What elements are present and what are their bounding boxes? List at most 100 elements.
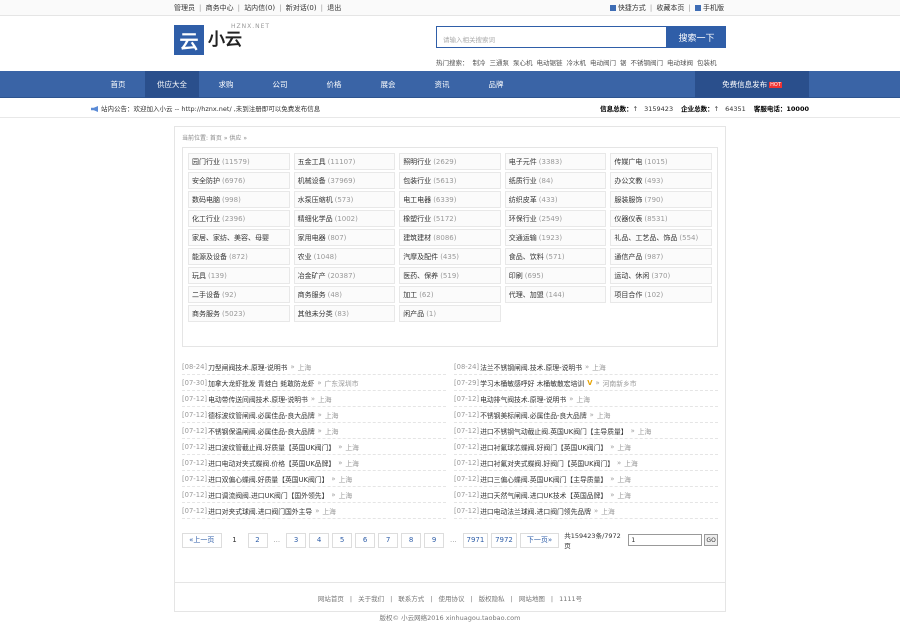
category-item[interactable]: 精细化学品 (1002) xyxy=(293,210,396,227)
category-item[interactable]: 橡塑行业 (5172) xyxy=(399,210,501,227)
pagination-page[interactable]: 7 xyxy=(378,532,399,548)
nav-publish-button[interactable]: 免费信息发布 HOT xyxy=(695,71,809,98)
category-item[interactable]: 机械设备 (37969) xyxy=(293,172,396,189)
news-title-link[interactable]: 进口波纹管截止阀.好质量【英国UK阀门】 xyxy=(208,442,335,452)
category-item[interactable]: 仪器仪表 (8531) xyxy=(610,210,712,227)
search-button[interactable]: 搜索一下 xyxy=(667,26,726,48)
category-item[interactable]: 化工行业 (2396) xyxy=(188,210,290,227)
news-title-link[interactable]: 进口对夹式球阀.进口阀门国外主导 xyxy=(208,506,312,516)
hot-word[interactable]: 包装机 xyxy=(697,59,717,67)
nav-company[interactable]: 公司 xyxy=(253,71,307,98)
category-item[interactable]: 办公文教 (493) xyxy=(610,172,712,189)
category-item[interactable]: 电工电器 (6339) xyxy=(399,191,501,208)
hot-word[interactable]: 不锈钢阀门 xyxy=(631,59,664,67)
nav-brand[interactable]: 品牌 xyxy=(469,71,523,98)
news-title-link[interactable]: 进口调流阀阀.进口UK阀门【国外领先】 xyxy=(208,490,328,500)
site-logo[interactable]: 云 小云 HZNX.NET xyxy=(174,23,269,55)
news-title-link[interactable]: 不锈钢美标闸阀.必属佳品-良大品牌 xyxy=(480,410,587,420)
category-item[interactable]: 数码电脑 (998) xyxy=(188,191,290,208)
category-item[interactable]: 电子元件 (3383) xyxy=(504,153,607,170)
category-item[interactable]: 传媒广电 (1015) xyxy=(610,153,712,170)
pagination-page[interactable]: 8 xyxy=(401,532,422,548)
notice-text[interactable]: 站内公告：欢迎加入小云 -- http://hznx.net/ ,未到注册即可以… xyxy=(101,105,320,113)
pagination-page[interactable]: 6 xyxy=(355,532,376,548)
category-item[interactable]: 服装服饰 (790) xyxy=(610,191,712,208)
category-item[interactable]: 商务服务 (5023) xyxy=(188,305,290,322)
category-item[interactable]: 五金工具 (11107) xyxy=(293,153,396,170)
category-item[interactable]: 闲产品 (1) xyxy=(399,305,501,322)
news-title-link[interactable]: 进口双偏心蝶阀.好质量【英国UK阀门】 xyxy=(208,474,328,484)
hot-word[interactable]: 电动锯链 xyxy=(537,59,563,67)
category-item[interactable]: 汽摩及配件 (435) xyxy=(399,248,501,265)
news-title-link[interactable]: 进口三偏心蝶阀.英国UK阀门【主导质量】 xyxy=(480,474,607,484)
category-item[interactable]: 能源及设备 (872) xyxy=(188,248,290,265)
footer-link[interactable]: 使用协议 xyxy=(438,595,464,603)
hot-word[interactable]: 泵心机 xyxy=(513,59,533,67)
category-item[interactable]: 代理、加盟 (144) xyxy=(504,286,607,303)
category-item[interactable]: 照明行业 (2629) xyxy=(399,153,501,170)
news-title-link[interactable]: 进口不锈钢气动截止阀.英国UK阀门【主导质量】 xyxy=(480,426,628,436)
category-item[interactable]: 园门行业 (11579) xyxy=(188,153,290,170)
news-title-link[interactable]: 进口衬氟球芯蝶阀.好阀门【英国UK阀门】 xyxy=(480,442,607,452)
news-title-link[interactable]: 加拿大龙虾批发 青蛙白 蚝敢防龙虾 xyxy=(208,378,314,388)
pagination-page[interactable]: 9 xyxy=(424,532,445,548)
hot-word[interactable]: 冷水机 xyxy=(567,59,587,67)
top-link-shortcut[interactable]: 快捷方式 xyxy=(618,4,646,12)
footer-link[interactable]: 网站地图 xyxy=(519,595,545,603)
category-item[interactable]: 安全防护 (6976) xyxy=(188,172,290,189)
nav-buy[interactable]: 求购 xyxy=(199,71,253,98)
category-item[interactable]: 项目合作 (102) xyxy=(610,286,712,303)
top-link-business[interactable]: 商务中心 xyxy=(206,4,234,12)
pagination-page[interactable]: 4 xyxy=(309,532,330,548)
footer-link[interactable]: 版权隐私 xyxy=(479,595,505,603)
news-title-link[interactable]: 进口衬氟对夹式蝶阀.好阀门【英国UK阀门】 xyxy=(480,458,614,468)
category-item[interactable]: 玩具 (139) xyxy=(188,267,290,284)
category-item[interactable]: 礼品、工艺品、饰品 (554) xyxy=(610,229,712,246)
top-link-admin[interactable]: 管理员 xyxy=(174,4,195,12)
hot-word[interactable]: 三通泵 xyxy=(490,59,510,67)
category-item[interactable]: 通信产品 (987) xyxy=(610,248,712,265)
category-item[interactable]: 其他未分类 (83) xyxy=(293,305,396,322)
pagination-page[interactable]: 2 xyxy=(247,532,268,548)
news-title-link[interactable]: 法兰不锈钢闸阀.技术.原理-说明书 xyxy=(480,362,582,372)
pagination-page[interactable]: 3 xyxy=(286,532,307,548)
news-title-link[interactable]: 电动带传送间阀技术.原理-说明书 xyxy=(208,394,308,404)
top-link-messages[interactable]: 站内信(0) xyxy=(244,4,275,12)
footer-link[interactable]: 关于我们 xyxy=(358,595,384,603)
nav-home[interactable]: 首页 xyxy=(91,71,145,98)
news-title-link[interactable]: 进口电动法兰球阀.进口阀门领先品牌 xyxy=(480,506,591,516)
top-link-favorite[interactable]: 收藏本页 xyxy=(656,4,684,12)
pagination-page[interactable]: 7972 xyxy=(491,532,517,548)
category-item[interactable]: 运动、休闲 (370) xyxy=(610,267,712,284)
hot-word[interactable]: 制冷 xyxy=(473,59,486,67)
category-item[interactable]: 水泵压缩机 (573) xyxy=(293,191,396,208)
hot-word[interactable]: 电动阀门 xyxy=(590,59,616,67)
category-item[interactable]: 加工 (62) xyxy=(399,286,501,303)
category-item[interactable]: 医药、保养 (519) xyxy=(399,267,501,284)
page-jump-input[interactable]: 1 xyxy=(628,534,703,546)
news-title-link[interactable]: 德标波纹管闸阀.必属佳品-良大品牌 xyxy=(208,410,315,420)
category-item[interactable]: 家用电器 (807) xyxy=(293,229,396,246)
news-title-link[interactable]: 不锈钢保温闸阀.必属佳品-良大品牌 xyxy=(208,426,315,436)
category-item[interactable]: 农业 (1048) xyxy=(293,248,396,265)
top-link-chat[interactable]: 新对话(0) xyxy=(286,4,317,12)
pagination-prev-button[interactable]: «上一页 xyxy=(182,532,222,548)
pagination-next-button[interactable]: 下一页» xyxy=(519,532,560,548)
category-item[interactable]: 商务服务 (48) xyxy=(293,286,396,303)
pagination-page[interactable]: 5 xyxy=(332,532,353,548)
footer-link[interactable]: 1111号 xyxy=(559,595,582,603)
category-item[interactable]: 家居、家纺、美容、母婴 xyxy=(188,229,290,246)
footer-link[interactable]: 联系方式 xyxy=(398,595,424,603)
nav-price[interactable]: 价格 xyxy=(307,71,361,98)
news-title-link[interactable]: 学习木桶敏感呼好 木桶敏散宏培训 xyxy=(480,378,584,388)
news-title-link[interactable]: 刀型闸阀技术.原理-说明书 xyxy=(208,362,287,372)
pagination-page[interactable]: 7971 xyxy=(462,532,489,548)
top-link-mobile[interactable]: 手机版 xyxy=(703,4,724,12)
top-link-logout[interactable]: 退出 xyxy=(327,4,341,12)
category-item[interactable]: 包装行业 (5613) xyxy=(399,172,501,189)
news-title-link[interactable]: 进口天然气闸阀.进口UK技术【英国品牌】 xyxy=(480,490,607,500)
page-go-button[interactable]: GO xyxy=(704,534,719,546)
nav-supply[interactable]: 供应大全 xyxy=(145,71,199,98)
category-item[interactable]: 冶金矿产 (20387) xyxy=(293,267,396,284)
nav-exhibition[interactable]: 展会 xyxy=(361,71,415,98)
